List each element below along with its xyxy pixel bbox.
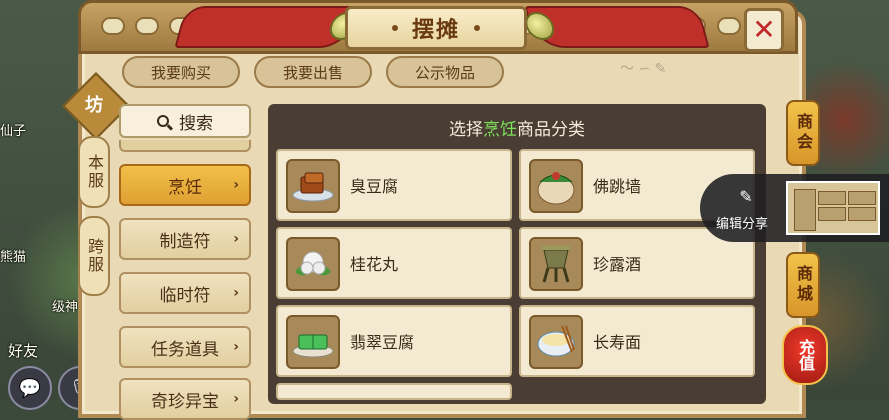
- goods-item[interactable]: 臭豆腐: [276, 149, 512, 221]
- share-label[interactable]: 编辑分享: [716, 213, 768, 232]
- wine-vessel-icon: [529, 237, 583, 291]
- goods-item-name: 珍露酒: [593, 255, 642, 274]
- ink-decoration: 〜 ∽ ✎: [620, 61, 667, 77]
- goods-item-name: 桂花丸: [350, 255, 399, 274]
- goods-item[interactable]: 翡翠豆腐: [276, 305, 512, 377]
- chat-button[interactable]: 💬: [8, 366, 52, 410]
- header-text: 选择: [449, 119, 483, 140]
- tab-sell[interactable]: 我要出售: [254, 56, 372, 88]
- stinky-tofu-icon: [286, 159, 340, 213]
- goods-item[interactable]: 长寿面: [519, 305, 755, 377]
- chevron-right-icon: ›: [233, 177, 239, 193]
- chevron-right-icon: ›: [233, 231, 239, 247]
- market-badge-label: 坊: [85, 95, 103, 116]
- chevron-right-icon: ›: [233, 285, 239, 301]
- goods-item-name: 长寿面: [593, 333, 642, 352]
- goods-item-name: 佛跳墙: [593, 177, 642, 196]
- tab-public-items[interactable]: 公示物品: [386, 56, 504, 88]
- page-title: 摆摊: [411, 18, 460, 43]
- chamber-of-commerce-button[interactable]: 商会: [786, 100, 820, 166]
- tab-cross-server[interactable]: 跨服: [78, 216, 110, 296]
- search-icon: [157, 115, 169, 127]
- category-crafting-talisman[interactable]: 制造符 ›: [119, 218, 251, 260]
- friends-label[interactable]: 好友: [8, 340, 38, 361]
- npc-name-label: 仙子: [0, 124, 27, 139]
- category-label: 奇珍异宝: [151, 391, 219, 412]
- goods-item[interactable]: 桂花丸: [276, 227, 512, 299]
- category-label: 临时符: [159, 285, 211, 306]
- goods-item-name: 臭豆腐: [350, 177, 399, 196]
- tab-local-server[interactable]: 本服: [78, 136, 110, 208]
- recharge-button[interactable]: 充值: [782, 325, 828, 385]
- ribbon-decoration: [521, 6, 710, 48]
- close-button[interactable]: ✕: [744, 8, 784, 52]
- chevron-right-icon: ›: [233, 339, 239, 355]
- category-item-partial[interactable]: [119, 140, 251, 152]
- search-button[interactable]: 搜索: [119, 104, 251, 138]
- category-cooking[interactable]: 烹饪 ›: [119, 164, 251, 206]
- search-label: 搜索: [179, 113, 213, 134]
- category-label: 烹饪: [168, 177, 202, 198]
- category-temporary-talisman[interactable]: 临时符 ›: [119, 272, 251, 314]
- tab-buy[interactable]: 我要购买: [122, 56, 240, 88]
- title-plate: 摆摊: [345, 6, 527, 50]
- npc-name-label: 级神: [52, 300, 79, 315]
- close-icon: ✕: [752, 13, 776, 46]
- header-highlight: 烹饪: [483, 119, 517, 140]
- longevity-noodles-icon: [529, 315, 583, 369]
- header-text: 商品分类: [517, 119, 585, 140]
- jade-tofu-icon: [286, 315, 340, 369]
- category-rare-treasures[interactable]: 奇珍异宝 ›: [119, 378, 251, 420]
- buddha-jumps-wall-icon: [529, 159, 583, 213]
- goods-item-partial[interactable]: [276, 383, 512, 400]
- chevron-right-icon: ›: [233, 391, 239, 407]
- category-label: 任务道具: [151, 339, 219, 360]
- goods-panel-header: 选择 烹饪 商品分类: [268, 110, 766, 144]
- category-label: 制造符: [159, 231, 211, 252]
- chat-icon: 💬: [18, 377, 42, 399]
- screenshot-thumbnail[interactable]: [786, 181, 880, 235]
- share-icon[interactable]: ✎: [734, 185, 758, 207]
- osmanthus-ball-icon: [286, 237, 340, 291]
- ribbon-decoration: [174, 6, 363, 48]
- npc-name-label: 熊猫: [0, 250, 27, 265]
- goods-item-name: 翡翠豆腐: [350, 333, 415, 352]
- category-quest-items[interactable]: 任务道具 ›: [119, 326, 251, 368]
- shop-button[interactable]: 商城: [786, 252, 820, 318]
